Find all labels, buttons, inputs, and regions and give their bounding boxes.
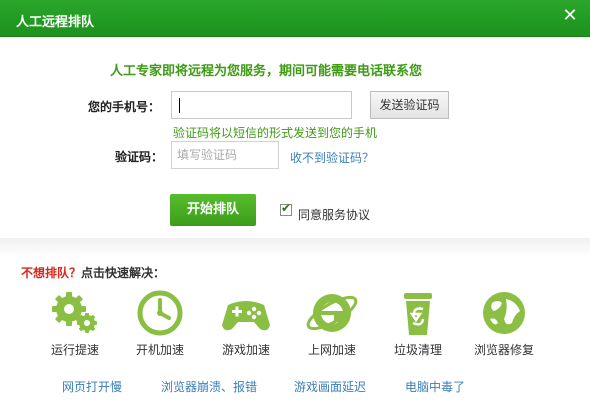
- gamepad-icon: [222, 301, 270, 331]
- tool-run-speedup[interactable]: 运行提速: [43, 289, 107, 358]
- tool-junk-clean[interactable]: 垃圾清理: [386, 289, 450, 358]
- text-caret: [179, 98, 180, 113]
- globe-icon: [483, 292, 525, 334]
- tool-label: 游戏加速: [221, 343, 270, 357]
- agree-label[interactable]: 同意服务协议: [298, 206, 370, 223]
- link-slow-pages[interactable]: 网页打开慢: [62, 378, 122, 395]
- code-label: 验证码：: [115, 150, 164, 164]
- tool-browser-repair[interactable]: 浏览器修复: [472, 289, 536, 358]
- quick-fix-title: 不想排队？点击快速解决：: [21, 264, 165, 281]
- link-game-lag[interactable]: 游戏画面延迟: [294, 378, 366, 395]
- tool-internet-speedup[interactable]: 上网加速: [300, 289, 364, 358]
- tool-label: 运行提速: [50, 343, 99, 357]
- phone-label: 您的手机号：: [88, 100, 161, 114]
- tool-game-speedup[interactable]: 游戏加速: [214, 289, 278, 358]
- check-icon: ✔: [281, 201, 292, 215]
- clock-icon: [137, 290, 183, 336]
- tool-boot-speedup[interactable]: 开机加速: [128, 289, 192, 358]
- window-title: 人工远程排队: [16, 15, 95, 30]
- tool-label: 上网加速: [307, 343, 356, 357]
- title-bar: 人工远程排队 ✕: [0, 0, 590, 37]
- tool-label: 开机加速: [135, 343, 184, 357]
- sms-hint: 验证码将以短信的形式发送到您的手机: [173, 126, 378, 140]
- link-virus[interactable]: 电脑中毒了: [405, 378, 465, 395]
- no-code-link[interactable]: 收不到验证码？: [290, 149, 374, 166]
- quick-fix-title-rest: 点击快速解决：: [81, 266, 166, 280]
- verification-code-input[interactable]: 填写验证码: [171, 141, 279, 169]
- tool-label: 浏览器修复: [473, 343, 534, 357]
- link-browser-crash[interactable]: 浏览器崩溃、报错: [161, 378, 257, 395]
- start-queue-button[interactable]: 开始排队: [170, 194, 256, 226]
- send-code-button[interactable]: 发送验证码: [370, 91, 449, 119]
- quick-fix-title-red: 不想排队？: [21, 266, 82, 280]
- browser-e-icon: [306, 294, 358, 332]
- gears-icon: [52, 292, 97, 333]
- headline: 人工专家即将远程为您服务，期间可能需要电话联系您: [110, 64, 423, 79]
- close-icon[interactable]: ✕: [560, 6, 580, 26]
- phone-input[interactable]: [171, 91, 352, 119]
- tool-label: 垃圾清理: [393, 343, 442, 357]
- section-divider: [0, 238, 590, 258]
- agree-checkbox[interactable]: ✔: [280, 201, 292, 216]
- trash-icon: [404, 293, 432, 335]
